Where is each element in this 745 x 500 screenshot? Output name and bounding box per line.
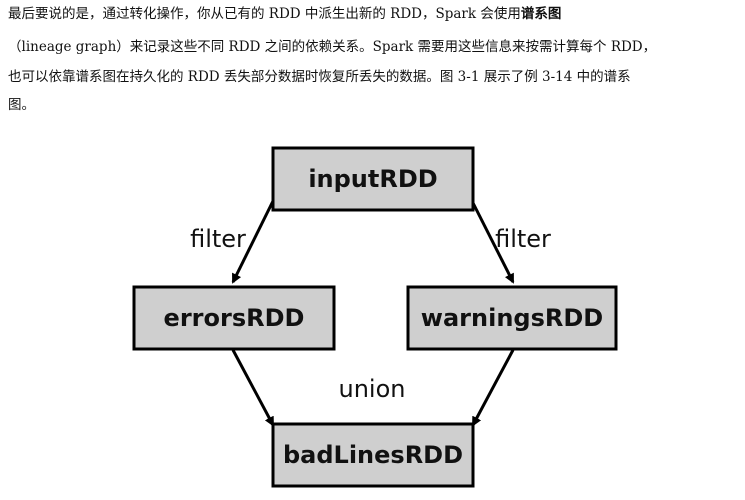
lineage-graph-figure: filter filter union inputRDD errorsRDD w… (132, 146, 618, 488)
node-label: errorsRDD (164, 304, 305, 332)
node-label: badLinesRDD (283, 441, 463, 469)
node-errors-rdd: errorsRDD (132, 285, 336, 351)
union-label: union (339, 375, 406, 403)
node-input-rdd: inputRDD (271, 146, 475, 212)
filter-label-left: filter (190, 225, 246, 253)
edge-errors-to-badlines (231, 349, 275, 427)
edge-warnings-to-badlines (471, 349, 515, 427)
node-label: warningsRDD (421, 304, 603, 332)
filter-label-right: filter (495, 225, 551, 253)
node-label: inputRDD (308, 165, 437, 193)
node-warnings-rdd: warningsRDD (406, 285, 618, 351)
node-badlines-rdd: badLinesRDD (271, 422, 475, 488)
